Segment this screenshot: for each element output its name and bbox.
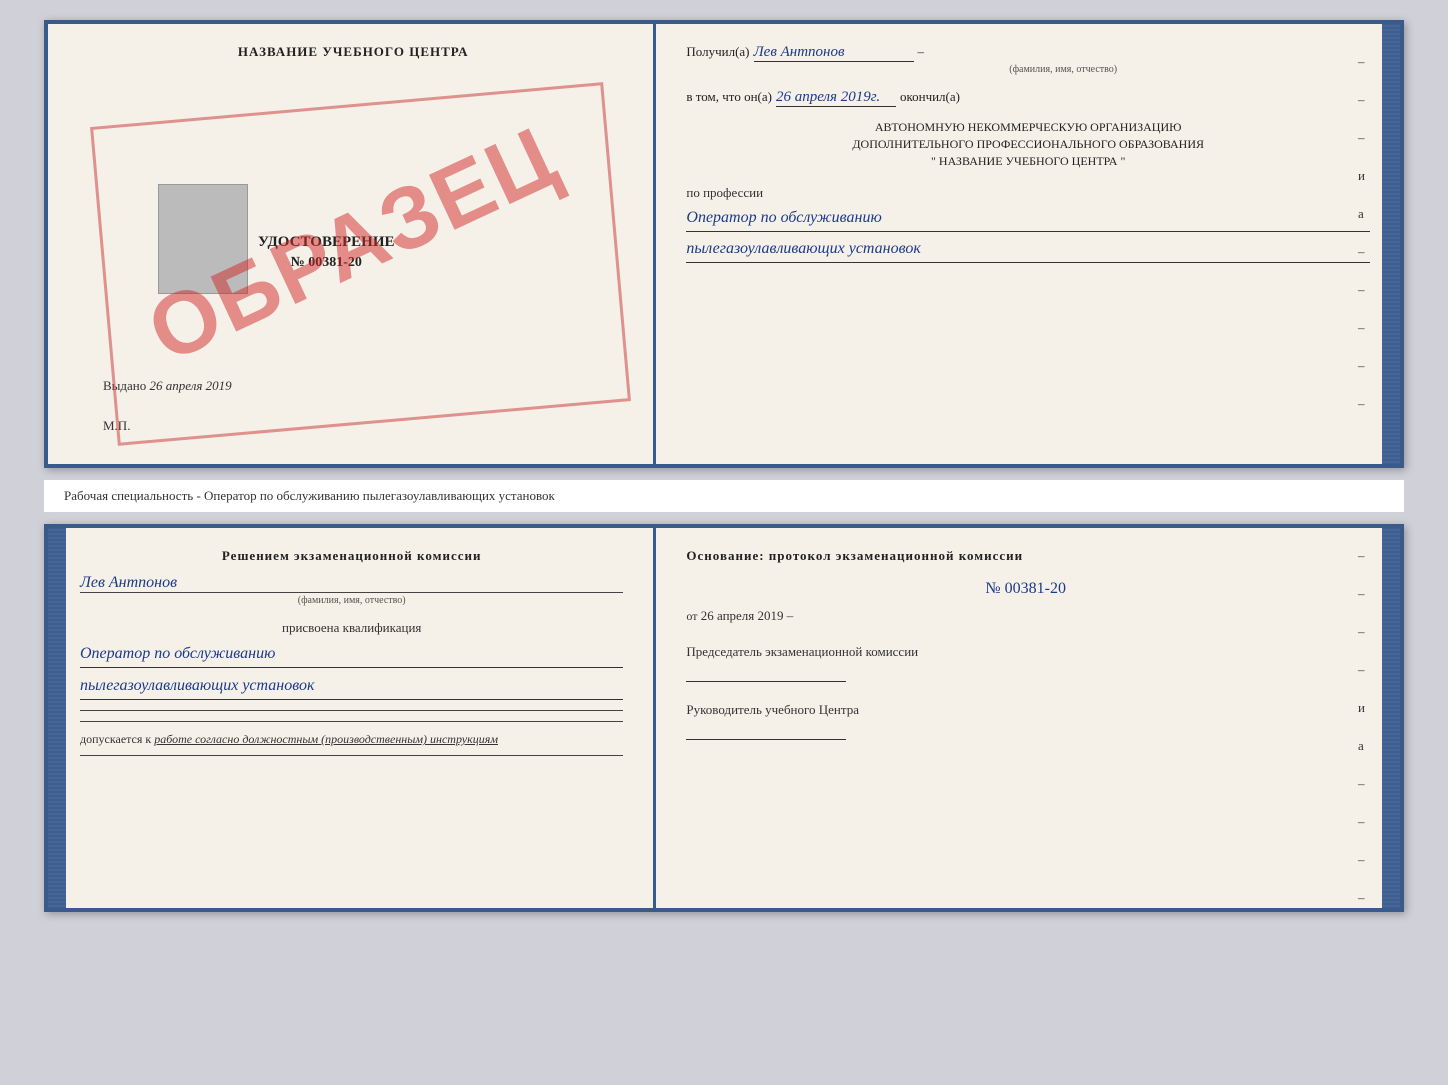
middle-strip-text: Рабочая специальность - Оператор по обсл…: [64, 488, 555, 503]
completed-line: в том, что он(а) 26 апреля 2019г. окончи…: [686, 89, 1370, 107]
received-label: Получил(а): [686, 44, 749, 60]
bl-footer-italic: работе согласно должностным (производств…: [154, 732, 498, 746]
doc-number: № 00381-20: [258, 255, 395, 271]
bottom-certificate-spread: Решением экзаменационной комиссии Лев Ан…: [44, 524, 1404, 912]
profession-line1: Оператор по обслуживанию: [686, 205, 1370, 232]
commission-title: Решением экзаменационной комиссии: [80, 548, 623, 564]
br-date-dash: –: [787, 608, 794, 623]
top-left-org-title: НАЗВАНИЕ УЧЕБНОГО ЦЕНТРА: [78, 44, 628, 60]
br-date-line: от 26 апреля 2019 –: [686, 608, 1365, 624]
bl-qual-line1: Оператор по обслуживанию: [80, 640, 623, 668]
bl-name-sublabel: (фамилия, имя, отчество): [80, 595, 623, 606]
recipient-name: Лев Антпонов: [754, 44, 914, 62]
bl-footer: допускается к работе согласно должностны…: [80, 732, 623, 747]
bottom-cert-right-page: – – – – и а – – – – Основание: протокол …: [656, 528, 1400, 908]
top-cert-left-page: НАЗВАНИЕ УЧЕБНОГО ЦЕНТРА ОБРАЗЕЦ УДОСТОВ…: [48, 24, 656, 464]
photo-placeholder: [158, 184, 248, 294]
br-director-label: Руководитель учебного Центра: [686, 702, 1365, 718]
middle-strip: Рабочая специальность - Оператор по обсл…: [44, 480, 1404, 512]
doc-title: УДОСТОВЕРЕНИЕ: [258, 234, 395, 251]
completed-suffix: окончил(а): [900, 89, 960, 105]
br-director-sig-line: [686, 722, 846, 740]
org-block: АВТОНОМНУЮ НЕКОММЕРЧЕСКУЮ ОРГАНИЗАЦИЮ ДО…: [686, 119, 1370, 169]
profession-label: по профессии: [686, 185, 1370, 201]
completed-date: 26 апреля 2019г.: [776, 89, 896, 107]
issued-line: Выдано 26 апреля 2019: [103, 378, 232, 394]
bottom-cert-left-page: Решением экзаменационной комиссии Лев Ан…: [48, 528, 656, 908]
issued-label: Выдано: [103, 378, 146, 393]
br-aside-dashes: – – – – и а – – – –: [1358, 548, 1365, 906]
br-date-value: 26 апреля 2019: [701, 608, 784, 623]
bl-person-name: Лев Антпонов: [80, 574, 623, 593]
top-cert-right-page: – – – и а – – – – – Получил(а) Лев Антпо…: [656, 24, 1400, 464]
br-date-prefix: от: [686, 609, 697, 623]
issued-date: 26 апреля 2019: [150, 378, 232, 393]
br-chairman-sig-line: [686, 664, 846, 682]
completed-prefix: в том, что он(а): [686, 89, 772, 105]
mp-label: М.П.: [103, 418, 130, 434]
received-line: Получил(а) Лев Антпонов –: [686, 44, 1370, 62]
right-aside-dashes: – – – и а – – – – –: [1358, 54, 1365, 412]
bl-qual-line2: пылегазоулавливающих установок: [80, 672, 623, 700]
bl-qual-label: присвоена квалификация: [80, 620, 623, 636]
org-line1: АВТОНОМНУЮ НЕКОММЕРЧЕСКУЮ ОРГАНИЗАЦИЮ: [686, 119, 1370, 136]
br-basis-label: Основание: протокол экзаменационной коми…: [686, 548, 1365, 564]
profession-line2: пылегазоулавливающих установок: [686, 236, 1370, 263]
bl-separator2: [80, 721, 623, 722]
org-line3: " НАЗВАНИЕ УЧЕБНОГО ЦЕНТРА ": [686, 153, 1370, 170]
bl-footer-label: допускается к: [80, 732, 151, 746]
br-chairman-label: Председатель экзаменационной комиссии: [686, 644, 1365, 660]
bl-separator1: [80, 710, 623, 711]
name-sublabel: (фамилия, имя, отчество): [756, 64, 1370, 75]
org-line2: ДОПОЛНИТЕЛЬНОГО ПРОФЕССИОНАЛЬНОГО ОБРАЗО…: [686, 136, 1370, 153]
dash-after-name: –: [918, 44, 925, 60]
top-certificate-spread: НАЗВАНИЕ УЧЕБНОГО ЦЕНТРА ОБРАЗЕЦ УДОСТОВ…: [44, 20, 1404, 468]
bl-separator3: [80, 755, 623, 756]
br-protocol-number: № 00381-20: [686, 580, 1365, 598]
